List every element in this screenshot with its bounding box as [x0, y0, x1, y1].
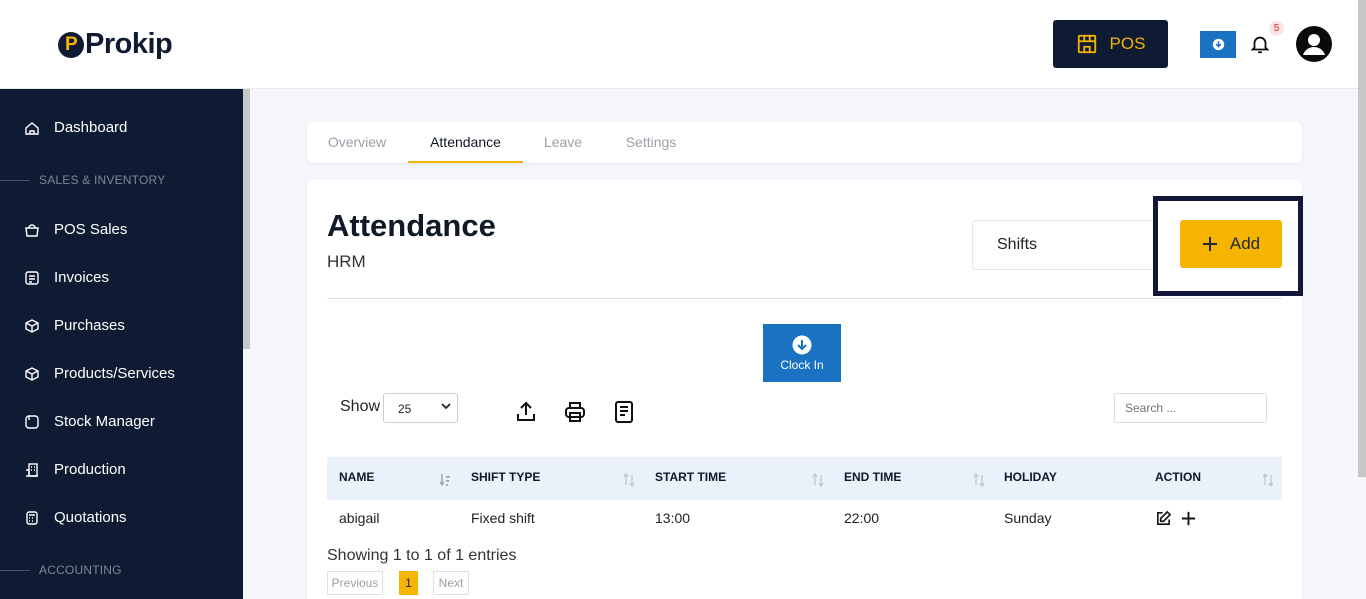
sidebar-item-label: Dashboard: [54, 119, 128, 136]
sidebar-item-label: Production: [54, 461, 126, 478]
tab-attendance[interactable]: Attendance: [408, 122, 523, 163]
download-app-button[interactable]: [1200, 31, 1236, 58]
section-label: SALES & INVENTORY: [39, 173, 166, 187]
sort-icon[interactable]: [973, 473, 985, 487]
sidebar-section-sales-inventory: SALES & INVENTORY: [0, 173, 165, 187]
sidebar-item-label: Stock Manager: [54, 413, 155, 430]
top-header: Prokip POS 5: [0, 0, 1366, 89]
cube-icon: [25, 366, 39, 381]
section-divider: [0, 179, 30, 181]
section-divider: [0, 569, 30, 571]
download-icon: [1212, 38, 1224, 51]
show-label: Show: [340, 398, 381, 415]
add-button[interactable]: Add: [1180, 220, 1282, 268]
next-page-button[interactable]: Next: [433, 571, 469, 595]
sidebar-item-dashboard[interactable]: Dashboard: [24, 119, 127, 136]
cell-start-time: 13:00: [655, 510, 691, 526]
sidebar-item-products-services[interactable]: Products/Services: [24, 365, 175, 382]
notification-bell-icon[interactable]: [1249, 32, 1271, 56]
pos-button[interactable]: POS: [1053, 20, 1168, 68]
column-action[interactable]: ACTION: [1155, 457, 1201, 500]
sidebar-item-label: POS Sales: [54, 221, 128, 238]
sidebar-item-production[interactable]: Production: [24, 461, 126, 478]
page-size-select[interactable]: 25: [383, 393, 458, 423]
section-label: ACCOUNTING: [39, 563, 122, 577]
arrow-down-circle-icon: [792, 335, 812, 354]
export-icon[interactable]: [514, 400, 538, 424]
page-subtitle: HRM: [327, 252, 366, 271]
add-button-label: Add: [1229, 234, 1261, 253]
notification-badge: 5: [1269, 21, 1284, 36]
column-holiday[interactable]: HOLIDAY: [1004, 457, 1057, 500]
page-scrollbar[interactable]: [1358, 0, 1366, 477]
page-number-button[interactable]: 1: [399, 571, 418, 595]
header-divider: [327, 298, 1282, 299]
row-actions: [1155, 510, 1197, 527]
sort-icon[interactable]: [623, 473, 635, 487]
prokip-logo-mark: [58, 31, 84, 58]
table-search-input[interactable]: [1114, 393, 1267, 423]
sidebar-item-label: Products/Services: [54, 365, 175, 382]
brand-name: Prokip: [85, 28, 173, 60]
tab-overview[interactable]: Overview: [307, 122, 407, 163]
sidebar-item-purchases[interactable]: Purchases: [24, 317, 125, 334]
plus-icon: [1202, 237, 1217, 251]
sort-icon[interactable]: [812, 473, 824, 487]
home-icon: [25, 121, 39, 135]
sidebar-item-label: Purchases: [54, 317, 125, 334]
sidebar-item-stock-manager[interactable]: Stock Manager: [24, 413, 155, 430]
page-size-value: 25: [398, 402, 412, 416]
sidebar-item-label: Quotations: [54, 509, 127, 526]
page-title: Attendance: [327, 208, 496, 243]
cell-shift-type: Fixed shift: [471, 510, 535, 526]
tab-leave[interactable]: Leave: [532, 122, 594, 163]
user-avatar-icon[interactable]: [1296, 26, 1332, 62]
sidebar-item-quotations[interactable]: Quotations: [24, 509, 127, 526]
document-icon[interactable]: [612, 400, 636, 424]
hrm-tabs: Overview Attendance Leave Settings: [307, 122, 1302, 163]
box-icon: [25, 318, 39, 333]
column-name[interactable]: NAME: [339, 457, 374, 500]
edit-icon[interactable]: [1155, 510, 1172, 527]
sidebar-item-pos-sales[interactable]: POS Sales: [24, 221, 127, 238]
previous-page-button[interactable]: Previous: [327, 571, 383, 595]
pos-button-label: POS: [1109, 34, 1146, 53]
sort-icon[interactable]: [1262, 473, 1274, 487]
sidebar-item-invoices[interactable]: Invoices: [24, 269, 109, 286]
clock-in-label: Clock In: [780, 357, 824, 372]
column-end-time[interactable]: END TIME: [844, 457, 901, 500]
sidebar-item-label: Invoices: [54, 269, 110, 286]
entries-summary: Showing 1 to 1 of 1 entries: [327, 547, 517, 564]
column-start-time[interactable]: START TIME: [655, 457, 726, 500]
cell-holiday: Sunday: [1004, 510, 1052, 526]
plus-icon[interactable]: [1180, 510, 1197, 527]
invoice-icon: [25, 270, 39, 285]
cell-end-time: 22:00: [844, 510, 880, 526]
building-icon: [26, 462, 38, 477]
sidebar-section-accounting: ACCOUNTING: [0, 563, 122, 577]
cell-name: abigail: [339, 510, 380, 526]
store-icon: [1077, 34, 1096, 54]
print-icon[interactable]: [563, 400, 587, 424]
sidebar-scrollbar[interactable]: [243, 89, 250, 349]
folder-icon: [25, 414, 39, 429]
sort-desc-icon[interactable]: [439, 473, 451, 487]
calculator-icon: [26, 510, 38, 525]
column-shift-type[interactable]: SHIFT TYPE: [471, 457, 540, 500]
tab-settings[interactable]: Settings: [613, 122, 689, 163]
shifts-select[interactable]: Shifts: [972, 220, 1162, 270]
chevron-down-icon: [441, 403, 451, 410]
clock-in-button[interactable]: Clock In: [763, 324, 841, 382]
prokip-logo[interactable]: Prokip: [58, 28, 173, 61]
basket-icon: [25, 223, 39, 237]
